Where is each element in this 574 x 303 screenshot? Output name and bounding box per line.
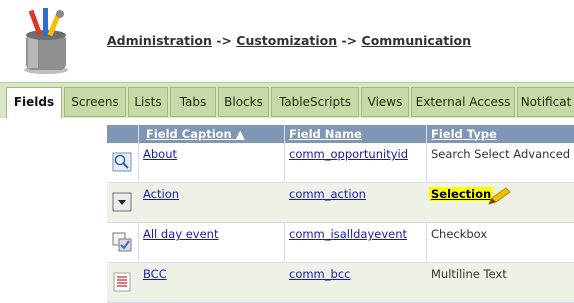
field-name-link[interactable]: comm_isalldayevent — [289, 227, 407, 241]
breadcrumb: Administration -> Customization -> Commu… — [107, 33, 471, 48]
table-row: BCC comm_bcc Multiline Text — [107, 263, 574, 303]
field-type-highlighted: Selection — [429, 187, 494, 201]
field-type: Checkbox — [431, 227, 488, 241]
table-row: About comm_opportunityid Search Select A… — [107, 143, 574, 183]
table-row: All day event comm_isalldayevent Checkbo… — [107, 223, 574, 263]
field-caption-link[interactable]: BCC — [143, 267, 167, 281]
tab-fields[interactable]: Fields — [6, 87, 62, 119]
field-name-link[interactable]: comm_bcc — [289, 267, 350, 281]
field-type: Search Select Advanced — [431, 147, 571, 161]
table-row: Action comm_action Selection — [107, 183, 574, 223]
field-name-link[interactable]: comm_opportunityid — [289, 147, 408, 161]
tools-jar-icon — [24, 8, 68, 74]
tab-bar: Fields Screens Lists Tabs Blocks TableSc… — [0, 82, 574, 119]
checkbox-icon — [112, 232, 132, 252]
page-header: Administration -> Customization -> Commu… — [0, 0, 574, 82]
dropdown-icon — [112, 192, 132, 212]
breadcrumb-communication[interactable]: Communication — [362, 33, 472, 48]
breadcrumb-administration[interactable]: Administration — [107, 33, 212, 48]
field-caption-link[interactable]: All day event — [143, 227, 218, 241]
table-header-row: Field Caption ▲ Field Name Field Type — [107, 125, 574, 143]
field-caption-link[interactable]: Action — [143, 187, 179, 201]
tab-external-access[interactable]: External Access — [411, 87, 515, 117]
breadcrumb-separator: -> — [341, 33, 358, 48]
multiline-icon — [113, 272, 131, 292]
tab-blocks[interactable]: Blocks — [218, 87, 269, 117]
tab-views[interactable]: Views — [361, 87, 409, 117]
tab-screens[interactable]: Screens — [64, 87, 126, 117]
column-header-field-name[interactable]: Field Name — [289, 125, 362, 143]
tab-tabs[interactable]: Tabs — [170, 87, 216, 117]
field-type: Multiline Text — [431, 267, 507, 281]
breadcrumb-customization[interactable]: Customization — [236, 33, 337, 48]
tab-tablescripts[interactable]: TableScripts — [271, 87, 359, 117]
field-name-link[interactable]: comm_action — [289, 187, 366, 201]
search-select-icon — [112, 152, 132, 172]
column-header-field-caption[interactable]: Field Caption ▲ — [146, 125, 245, 143]
field-caption-link[interactable]: About — [143, 147, 177, 161]
tab-notifications[interactable]: Notificat — [517, 87, 574, 117]
highlighter-pen-icon — [488, 187, 511, 205]
main-content: Field Caption ▲ Field Name Field Type Ab… — [0, 118, 574, 303]
breadcrumb-separator: -> — [216, 33, 232, 48]
column-header-field-type[interactable]: Field Type — [431, 125, 497, 143]
tab-lists[interactable]: Lists — [128, 87, 168, 117]
